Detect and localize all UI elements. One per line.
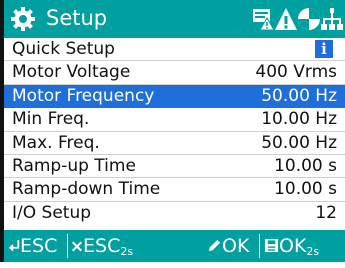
cancel-esc-label: ESC xyxy=(83,235,121,257)
menu-item-value: 50.00 Hz xyxy=(261,85,337,106)
softkey-bar: ESC ESC2s OK OK2s xyxy=(4,230,345,262)
menu-item-label: Min Freq. xyxy=(12,109,90,130)
menu-item-value: 10.00 Hz xyxy=(261,109,337,130)
menu-item-label: Motor Frequency xyxy=(12,85,155,106)
menu-item-motor-frequency[interactable]: Motor Frequency 50.00 Hz xyxy=(4,84,345,109)
menu-item-label: Ramp-up Time xyxy=(12,155,136,176)
menu-item-value: 10.00 s xyxy=(274,179,337,200)
save-ok-duration: 2s xyxy=(306,245,320,258)
back-arrow-icon xyxy=(8,240,20,252)
gear-icon xyxy=(11,7,35,31)
section-header-quick-setup: Quick Setup i xyxy=(4,38,345,62)
edit-ok-button[interactable]: OK xyxy=(207,230,249,262)
softkey-divider xyxy=(259,234,260,258)
network-icon xyxy=(321,8,343,30)
info-icon[interactable]: i xyxy=(315,40,333,58)
menu-item-value: 10.00 s xyxy=(274,155,337,176)
battery-warning-icon xyxy=(253,9,275,31)
menu-item-io-setup[interactable]: I/O Setup 12 xyxy=(4,202,345,225)
cancel-esc-button[interactable]: ESC2s xyxy=(71,230,133,262)
title-bar: Setup xyxy=(4,0,345,38)
menu-item-label: Max. Freq. xyxy=(12,132,100,153)
back-esc-label: ESC xyxy=(20,235,58,257)
softkey-divider xyxy=(67,234,68,258)
save-ok-button[interactable]: OK2s xyxy=(264,230,319,262)
menu-item-label: I/O Setup xyxy=(12,202,92,223)
page-title: Setup xyxy=(46,6,108,30)
menu-item-motor-voltage[interactable]: Motor Voltage 400 Vrms xyxy=(4,61,345,85)
menu-item-ramp-up-time[interactable]: Ramp-up Time 10.00 s xyxy=(4,155,345,179)
cancel-esc-duration: 2s xyxy=(120,245,134,258)
alert-triangle-icon xyxy=(275,8,297,30)
menu-item-label: Ramp-down Time xyxy=(12,179,161,200)
menu-item-min-freq[interactable]: Min Freq. 10.00 Hz xyxy=(4,108,345,132)
menu-item-value: 400 Vrms xyxy=(255,62,337,83)
menu-item-label: Motor Voltage xyxy=(12,62,131,83)
close-icon xyxy=(71,241,83,252)
menu-item-max-freq[interactable]: Max. Freq. 50.00 Hz xyxy=(4,132,345,155)
section-title: Quick Setup xyxy=(12,39,115,59)
save-ok-label: OK xyxy=(279,235,307,257)
menu-item-value: 50.00 Hz xyxy=(261,132,337,153)
pencil-icon xyxy=(208,239,221,252)
back-esc-button[interactable]: ESC xyxy=(8,230,57,262)
menu-item-ramp-down-time[interactable]: Ramp-down Time 10.00 s xyxy=(4,178,345,202)
status-circle-icon xyxy=(298,8,320,30)
menu-item-value: 12 xyxy=(315,202,337,223)
save-icon xyxy=(264,238,279,253)
setup-menu: Quick Setup i Motor Voltage 400 Vrms Mot… xyxy=(4,38,345,225)
edit-ok-label: OK xyxy=(222,235,250,257)
